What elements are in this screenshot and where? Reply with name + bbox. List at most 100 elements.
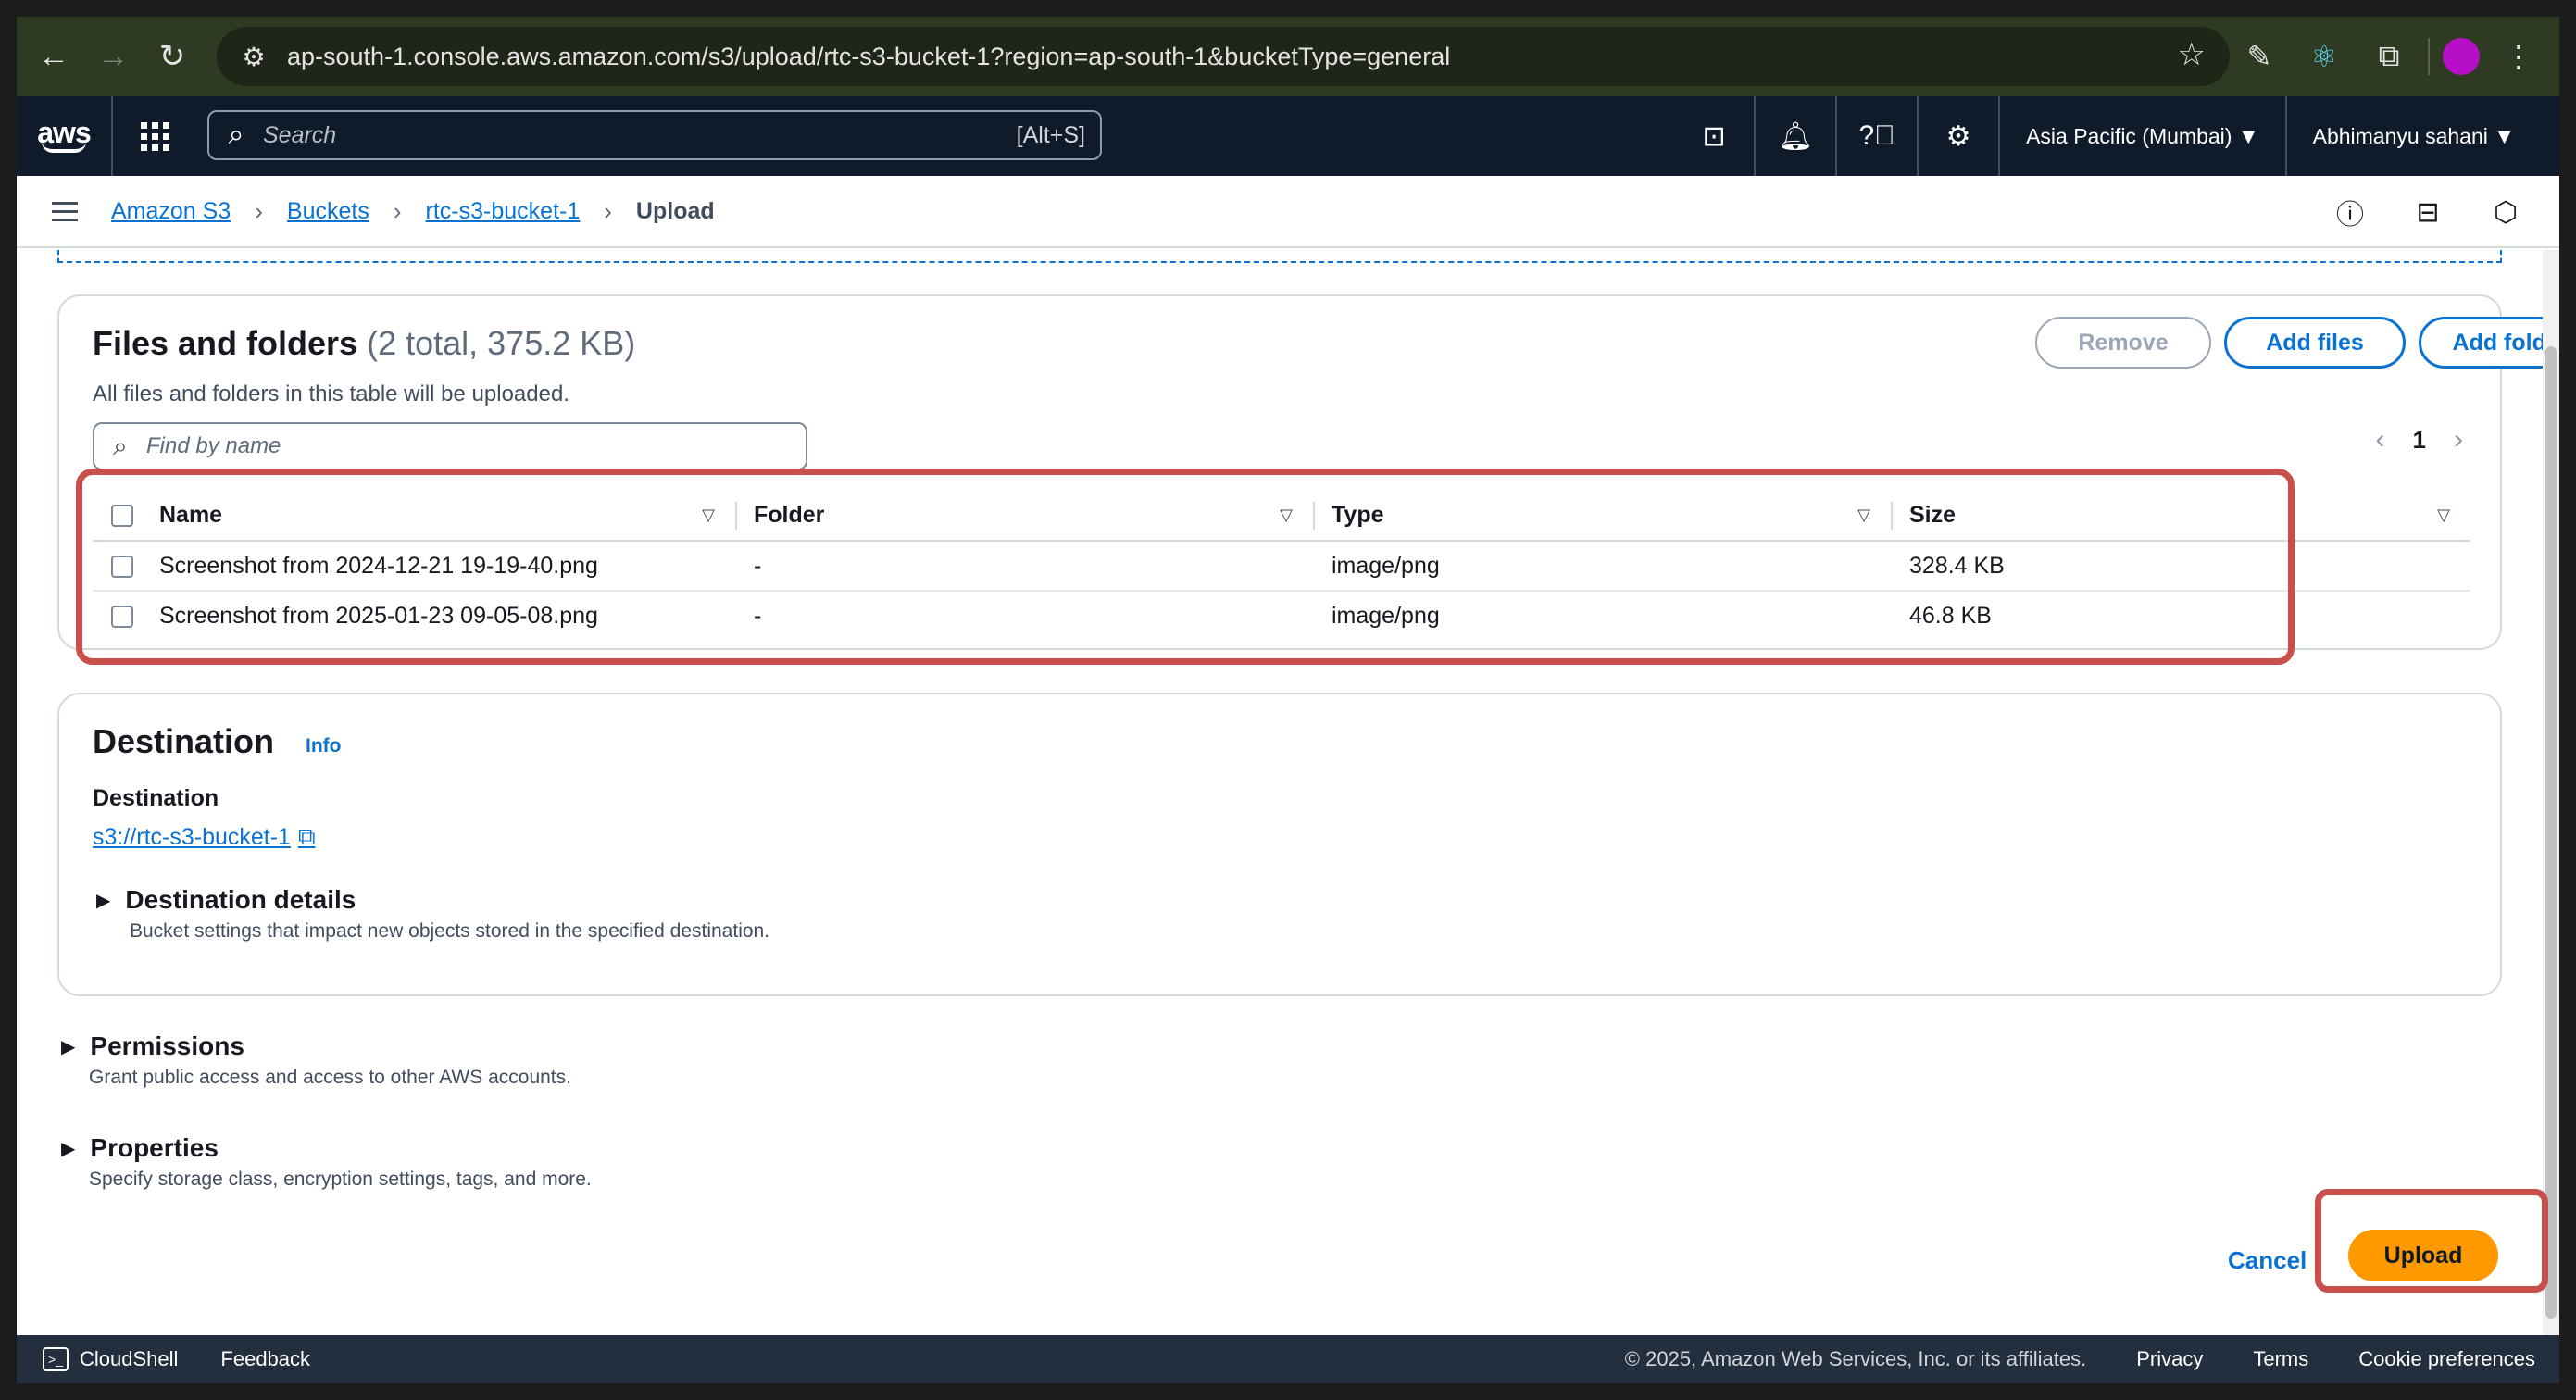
col-size[interactable]: Size ▽ [1893, 491, 2470, 542]
cloudshell-link[interactable]: >_ CloudShell [43, 1347, 178, 1371]
cloudshell-icon: >_ [43, 1347, 69, 1371]
search-input[interactable]: ⌕ Search [Alt+S] [207, 110, 1102, 160]
breadcrumb-current: Upload [635, 197, 715, 224]
pagination: ‹ 1 › [2376, 424, 2463, 456]
breadcrumb-buckets[interactable]: Buckets [287, 198, 369, 225]
browser-menu-icon[interactable]: ⋮ [2493, 31, 2545, 82]
settings-gear-icon[interactable]: ⚙ [1919, 96, 2001, 176]
add-folder-button[interactable]: Add folder [2419, 317, 2559, 369]
chevron-right-icon: › [604, 196, 612, 225]
properties-title[interactable]: Properties [90, 1133, 219, 1163]
col-folder[interactable]: Folder ▽ [737, 491, 1315, 542]
select-all-cell [93, 491, 159, 542]
scrollbar-thumb[interactable] [2545, 346, 2557, 1319]
file-name: Screenshot from 2025-01-23 09-05-08.png [159, 603, 598, 629]
back-icon[interactable]: ← [24, 27, 83, 86]
profile-avatar[interactable] [2443, 38, 2480, 75]
cookie-preferences-link[interactable]: Cookie preferences [2358, 1347, 2535, 1371]
chevron-right-icon: › [393, 196, 402, 225]
side-nav-toggle-icon[interactable] [35, 196, 94, 227]
table-row[interactable]: Screenshot from 2025-01-23 09-05-08.png … [93, 591, 2470, 641]
notifications-bell-icon[interactable]: 🔔︎ [1756, 96, 1838, 176]
files-title-text: Files and folders [93, 324, 358, 362]
remove-button[interactable]: Remove [2035, 317, 2211, 369]
aws-top-nav: aws ⌕ Search [Alt+S] ⊡ 🔔︎ ?⃝ ⚙ Asia Paci… [17, 96, 2559, 176]
page-number[interactable]: 1 [2413, 426, 2426, 455]
breadcrumb: Amazon S3 › Buckets › rtc-s3-bucket-1 › … [111, 197, 715, 226]
extensions-icon[interactable]: ⧉ [2363, 31, 2415, 82]
services-menu-icon[interactable] [113, 96, 196, 176]
aws-nav-right: ⊡ 🔔︎ ?⃝ ⚙ Asia Pacific (Mumbai) ▼ Abhima… [1674, 96, 2541, 176]
site-settings-icon[interactable]: ⚙ [226, 42, 281, 72]
eyedropper-icon[interactable]: ✎ [2233, 31, 2285, 82]
row-select-cell [93, 591, 159, 641]
files-table: Name ▽ Folder ▽ Type ▽ Size ▽ Screenshot fro… [93, 491, 2470, 641]
terms-link[interactable]: Terms [2253, 1347, 2308, 1371]
destination-details-title[interactable]: Destination details [125, 885, 356, 915]
destination-link[interactable]: s3://rtc-s3-bucket-1 ⧉ [93, 822, 316, 852]
sort-down-icon[interactable]: ▽ [2437, 506, 2450, 525]
cloudshell-label[interactable]: CloudShell [80, 1347, 178, 1371]
properties-sub: Specify storage class, encryption settin… [89, 1169, 592, 1190]
table-row[interactable]: Screenshot from 2024-12-21 19-19-40.png … [93, 541, 2470, 592]
aws-smile-icon [42, 142, 86, 153]
aws-logo[interactable]: aws [17, 96, 113, 176]
reload-icon[interactable]: ↻ [143, 27, 202, 86]
row-checkbox[interactable] [111, 606, 133, 629]
breadcrumb-amazon-s3[interactable]: Amazon S3 [111, 198, 231, 225]
file-folder: - [737, 541, 1315, 592]
chevron-left-icon[interactable]: ‹ [2376, 424, 2385, 456]
react-devtools-icon[interactable]: ⚛ [2298, 31, 2350, 82]
search-shortcut: [Alt+S] [1016, 121, 1085, 148]
url-text[interactable]: ap-south-1.console.aws.amazon.com/s3/upl… [287, 43, 1450, 71]
properties-expander[interactable]: ▶ Properties Specify storage class, encry… [61, 1133, 592, 1191]
notes-panel-icon[interactable]: ⊟ [2398, 182, 2457, 242]
browser-toolbar: ← → ↻ ⚙ ap-south-1.console.aws.amazon.co… [17, 17, 2559, 96]
privacy-link[interactable]: Privacy [2136, 1347, 2203, 1371]
region-selector[interactable]: Asia Pacific (Mumbai) ▼ [2000, 96, 2287, 176]
file-size: 46.8 KB [1909, 603, 1992, 629]
col-name[interactable]: Name ▽ [159, 491, 737, 542]
destination-details-expander[interactable]: ▶ Destination details Bucket settings tha… [96, 885, 769, 943]
chevron-right-icon[interactable]: › [2454, 424, 2463, 456]
feedback-link[interactable]: Feedback [220, 1347, 310, 1371]
sort-down-icon[interactable]: ▽ [1280, 506, 1293, 525]
main-content: Files and folders (2 total, 375.2 KB) Al… [17, 250, 2559, 1352]
address-bar[interactable]: ⚙ ap-south-1.console.aws.amazon.com/s3/u… [217, 27, 2230, 86]
add-files-button[interactable]: Add files [2224, 317, 2406, 369]
browser-window: ← → ↻ ⚙ ap-south-1.console.aws.amazon.co… [17, 17, 2559, 1383]
row-checkbox[interactable] [111, 555, 133, 578]
account-menu[interactable]: Abhimanyu sahani ▼ [2287, 96, 2541, 176]
vertical-scrollbar[interactable] [2543, 250, 2559, 1352]
col-type[interactable]: Type ▽ [1315, 491, 1893, 542]
dropzone-border [57, 250, 2502, 263]
sort-down-icon[interactable]: ▽ [702, 506, 715, 525]
info-icon[interactable]: ⓘ [2320, 182, 2380, 242]
bookmark-star-icon[interactable]: ☆ [2178, 36, 2206, 73]
feedback-icon[interactable]: ⬡ [2476, 182, 2535, 242]
search-icon: ⌕ [228, 119, 244, 150]
help-icon[interactable]: ?⃝ [1837, 96, 1919, 176]
file-type: image/png [1315, 541, 1893, 592]
copyright-text: © 2025, Amazon Web Services, Inc. or its… [1624, 1347, 2087, 1370]
breadcrumb-bucket[interactable]: rtc-s3-bucket-1 [426, 198, 581, 225]
upload-button[interactable]: Upload [2348, 1230, 2498, 1281]
col-type-label: Type [1332, 502, 1384, 528]
toolbar-divider [2428, 38, 2430, 75]
info-link[interactable]: Info [306, 735, 341, 757]
cloudshell-icon[interactable]: ⊡ [1674, 96, 1757, 176]
footer-links: © 2025, Amazon Web Services, Inc. or its… [1625, 1347, 2535, 1371]
permissions-expander[interactable]: ▶ Permissions Grant public access and acc… [61, 1031, 571, 1089]
chevron-right-icon: › [255, 196, 263, 225]
cancel-button[interactable]: Cancel [2228, 1246, 2307, 1275]
destination-link-text[interactable]: s3://rtc-s3-bucket-1 [93, 824, 291, 851]
forward-icon[interactable]: → [83, 27, 143, 86]
permissions-title[interactable]: Permissions [90, 1031, 244, 1061]
file-name: Screenshot from 2024-12-21 19-19-40.png [159, 541, 737, 592]
destination-details-sub: Bucket settings that impact new objects … [130, 920, 770, 942]
file-folder: - [754, 603, 762, 629]
find-by-name-input[interactable]: ⌕ Find by name [93, 422, 807, 470]
files-panel-title: Files and folders (2 total, 375.2 KB) [93, 324, 635, 363]
sort-down-icon[interactable]: ▽ [1857, 506, 1870, 525]
select-all-checkbox[interactable] [111, 505, 133, 528]
